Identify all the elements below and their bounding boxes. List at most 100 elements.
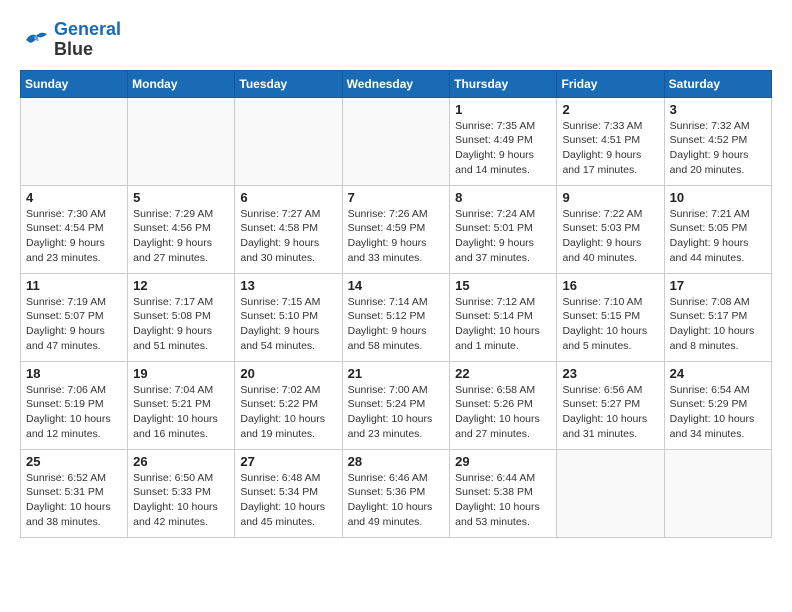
calendar-cell: 25 Sunrise: 6:52 AM Sunset: 5:31 PM Dayli… (21, 449, 128, 537)
calendar-cell: 22 Sunrise: 6:58 AM Sunset: 5:26 PM Dayli… (450, 361, 557, 449)
weekday-header: Friday (557, 70, 664, 97)
cell-info: Sunrise: 7:02 AM Sunset: 5:22 PM Dayligh… (240, 383, 336, 442)
cell-info: Sunrise: 7:26 AM Sunset: 4:59 PM Dayligh… (348, 207, 445, 266)
cell-info: Sunrise: 6:48 AM Sunset: 5:34 PM Dayligh… (240, 471, 336, 530)
calendar-cell: 1 Sunrise: 7:35 AM Sunset: 4:49 PM Daylig… (450, 97, 557, 185)
day-number: 9 (562, 190, 658, 205)
cell-info: Sunrise: 7:04 AM Sunset: 5:21 PM Dayligh… (133, 383, 229, 442)
cell-info: Sunrise: 7:30 AM Sunset: 4:54 PM Dayligh… (26, 207, 122, 266)
calendar-cell: 11 Sunrise: 7:19 AM Sunset: 5:07 PM Dayli… (21, 273, 128, 361)
cell-info: Sunrise: 6:54 AM Sunset: 5:29 PM Dayligh… (670, 383, 766, 442)
cell-info: Sunrise: 6:44 AM Sunset: 5:38 PM Dayligh… (455, 471, 551, 530)
cell-info: Sunrise: 6:58 AM Sunset: 5:26 PM Dayligh… (455, 383, 551, 442)
cell-info: Sunrise: 7:08 AM Sunset: 5:17 PM Dayligh… (670, 295, 766, 354)
calendar-cell: 9 Sunrise: 7:22 AM Sunset: 5:03 PM Daylig… (557, 185, 664, 273)
cell-info: Sunrise: 7:10 AM Sunset: 5:15 PM Dayligh… (562, 295, 658, 354)
day-number: 21 (348, 366, 445, 381)
day-number: 20 (240, 366, 336, 381)
day-number: 28 (348, 454, 445, 469)
cell-info: Sunrise: 7:19 AM Sunset: 5:07 PM Dayligh… (26, 295, 122, 354)
day-number: 17 (670, 278, 766, 293)
day-number: 1 (455, 102, 551, 117)
cell-info: Sunrise: 6:52 AM Sunset: 5:31 PM Dayligh… (26, 471, 122, 530)
calendar-cell (21, 97, 128, 185)
calendar-cell (342, 97, 450, 185)
calendar-week-row: 18 Sunrise: 7:06 AM Sunset: 5:19 PM Dayli… (21, 361, 772, 449)
day-number: 22 (455, 366, 551, 381)
calendar-cell: 5 Sunrise: 7:29 AM Sunset: 4:56 PM Daylig… (128, 185, 235, 273)
cell-info: Sunrise: 7:24 AM Sunset: 5:01 PM Dayligh… (455, 207, 551, 266)
day-number: 4 (26, 190, 122, 205)
calendar-cell: 16 Sunrise: 7:10 AM Sunset: 5:15 PM Dayli… (557, 273, 664, 361)
calendar-week-row: 25 Sunrise: 6:52 AM Sunset: 5:31 PM Dayli… (21, 449, 772, 537)
day-number: 18 (26, 366, 122, 381)
calendar-cell: 6Sunrise: 7:27 AM Sunset: 4:58 PM Daylig… (235, 185, 342, 273)
day-number: 6 (240, 190, 336, 205)
calendar-cell: 18 Sunrise: 7:06 AM Sunset: 5:19 PM Dayli… (21, 361, 128, 449)
calendar-cell: 26Sunrise: 6:50 AM Sunset: 5:33 PM Dayli… (128, 449, 235, 537)
calendar-cell (235, 97, 342, 185)
cell-info: Sunrise: 7:21 AM Sunset: 5:05 PM Dayligh… (670, 207, 766, 266)
calendar-cell (128, 97, 235, 185)
cell-info: Sunrise: 7:14 AM Sunset: 5:12 PM Dayligh… (348, 295, 445, 354)
calendar-cell: 19 Sunrise: 7:04 AM Sunset: 5:21 PM Dayli… (128, 361, 235, 449)
weekday-header: Saturday (664, 70, 771, 97)
day-number: 7 (348, 190, 445, 205)
calendar-cell (664, 449, 771, 537)
weekday-header: Sunday (21, 70, 128, 97)
day-number: 23 (562, 366, 658, 381)
cell-info: Sunrise: 6:56 AM Sunset: 5:27 PM Dayligh… (562, 383, 658, 442)
day-number: 12 (133, 278, 229, 293)
weekday-header: Thursday (450, 70, 557, 97)
day-number: 27 (240, 454, 336, 469)
calendar-cell: 12 Sunrise: 7:17 AM Sunset: 5:08 PM Dayli… (128, 273, 235, 361)
day-number: 5 (133, 190, 229, 205)
logo-icon (20, 25, 50, 55)
weekday-header: Wednesday (342, 70, 450, 97)
calendar-cell: 7 Sunrise: 7:26 AM Sunset: 4:59 PM Daylig… (342, 185, 450, 273)
weekday-header: Monday (128, 70, 235, 97)
cell-info: Sunrise: 6:50 AM Sunset: 5:33 PM Dayligh… (133, 471, 229, 530)
calendar-cell: 27 Sunrise: 6:48 AM Sunset: 5:34 PM Dayli… (235, 449, 342, 537)
day-number: 24 (670, 366, 766, 381)
day-number: 25 (26, 454, 122, 469)
cell-info: Sunrise: 7:06 AM Sunset: 5:19 PM Dayligh… (26, 383, 122, 442)
day-number: 2 (562, 102, 658, 117)
calendar-cell: 23 Sunrise: 6:56 AM Sunset: 5:27 PM Dayli… (557, 361, 664, 449)
day-number: 29 (455, 454, 551, 469)
cell-info: Sunrise: 7:22 AM Sunset: 5:03 PM Dayligh… (562, 207, 658, 266)
day-number: 15 (455, 278, 551, 293)
calendar-cell: 8 Sunrise: 7:24 AM Sunset: 5:01 PM Daylig… (450, 185, 557, 273)
cell-info: Sunrise: 6:46 AM Sunset: 5:36 PM Dayligh… (348, 471, 445, 530)
calendar-cell: 29 Sunrise: 6:44 AM Sunset: 5:38 PM Dayli… (450, 449, 557, 537)
day-number: 10 (670, 190, 766, 205)
day-number: 13 (240, 278, 336, 293)
calendar-table: SundayMondayTuesdayWednesdayThursdayFrid… (20, 70, 772, 538)
calendar-cell: 3 Sunrise: 7:32 AM Sunset: 4:52 PM Daylig… (664, 97, 771, 185)
day-number: 16 (562, 278, 658, 293)
cell-info: Sunrise: 7:33 AM Sunset: 4:51 PM Dayligh… (562, 119, 658, 178)
cell-info: Sunrise: 7:12 AM Sunset: 5:14 PM Dayligh… (455, 295, 551, 354)
day-number: 11 (26, 278, 122, 293)
calendar-cell: 17 Sunrise: 7:08 AM Sunset: 5:17 PM Dayli… (664, 273, 771, 361)
day-number: 14 (348, 278, 445, 293)
page-header: General Blue (20, 20, 772, 60)
weekday-header: Tuesday (235, 70, 342, 97)
day-number: 3 (670, 102, 766, 117)
logo: General Blue (20, 20, 121, 60)
calendar-week-row: 11 Sunrise: 7:19 AM Sunset: 5:07 PM Dayli… (21, 273, 772, 361)
cell-info: Sunrise: 7:32 AM Sunset: 4:52 PM Dayligh… (670, 119, 766, 178)
calendar-cell: 10 Sunrise: 7:21 AM Sunset: 5:05 PM Dayli… (664, 185, 771, 273)
logo-text: General Blue (54, 20, 121, 60)
cell-info: Sunrise: 7:17 AM Sunset: 5:08 PM Dayligh… (133, 295, 229, 354)
day-number: 19 (133, 366, 229, 381)
calendar-cell: 4 Sunrise: 7:30 AM Sunset: 4:54 PM Daylig… (21, 185, 128, 273)
calendar-cell: 2 Sunrise: 7:33 AM Sunset: 4:51 PM Daylig… (557, 97, 664, 185)
calendar-cell: 13Sunrise: 7:15 AM Sunset: 5:10 PM Dayli… (235, 273, 342, 361)
cell-info: Sunrise: 7:00 AM Sunset: 5:24 PM Dayligh… (348, 383, 445, 442)
cell-info: Sunrise: 7:35 AM Sunset: 4:49 PM Dayligh… (455, 119, 551, 178)
day-number: 8 (455, 190, 551, 205)
calendar-week-row: 4 Sunrise: 7:30 AM Sunset: 4:54 PM Daylig… (21, 185, 772, 273)
calendar-cell: 24 Sunrise: 6:54 AM Sunset: 5:29 PM Dayli… (664, 361, 771, 449)
cell-info: Sunrise: 7:29 AM Sunset: 4:56 PM Dayligh… (133, 207, 229, 266)
